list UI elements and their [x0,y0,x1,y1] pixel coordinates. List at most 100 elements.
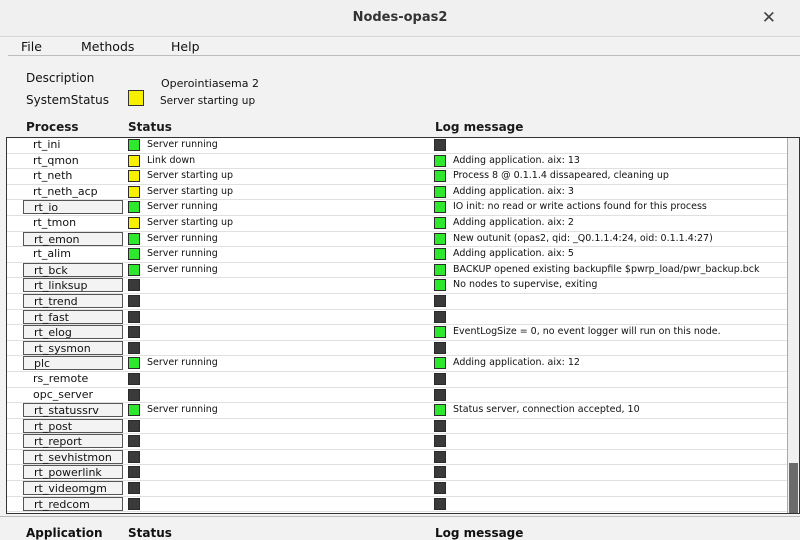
process-name[interactable]: rt_fast [23,309,123,324]
log-message: Status server, connection accepted, 10 [453,404,640,416]
status-text: Server running [147,248,218,260]
status-indicator [128,466,140,479]
status-indicator [128,294,140,307]
process-name: rt_alim [33,247,71,261]
log-indicator [434,372,446,385]
log-message: Adding application. aix: 5 [453,248,574,260]
table-row: rt_sysmon [7,340,788,357]
status-indicator [128,497,140,510]
table-row: rt_statussrv Server running Status server,… [7,403,788,419]
process-name[interactable]: rt_post [23,418,123,433]
process-name[interactable]: rt_redcom [23,496,123,511]
process-name[interactable]: rt_report [23,434,123,449]
system-status-indicator [128,90,144,106]
status-text: Server starting up [147,170,234,182]
log-message: EventLogSize = 0, no event logger will r… [453,326,721,338]
log-message: IO init: no read or write actions found … [453,201,707,213]
status-indicator [128,310,140,323]
status-indicator [128,154,140,167]
menu-file[interactable]: File [21,39,42,54]
status-indicator [128,357,140,370]
vertical-scrollbar[interactable] [787,138,799,513]
log-indicator [434,341,446,354]
log-indicator [434,139,446,151]
status-text: Server running [147,201,218,213]
table-row: rt_trend [7,293,788,310]
log-indicator [434,232,446,245]
process-name[interactable]: rt_io [23,200,123,215]
process-name[interactable]: rt_sevhistmon [23,449,123,464]
status-indicator [128,404,140,417]
log-indicator [434,216,446,229]
table-row: rt_alim Server running Adding application.… [7,247,788,263]
status-text: Server running [147,404,218,416]
table-row: plc Server running Adding application. aix… [7,356,788,372]
table-row: opc_server [7,388,788,404]
log-indicator [434,154,446,167]
process-name: opc_server [33,387,94,401]
status-text: Link down [147,154,196,166]
table-row: rt_report [7,434,788,450]
status-text: Server running [147,263,218,275]
status-indicator [128,482,140,495]
log-message: Adding application. aix: 2 [453,216,574,228]
table-row: rt_post [7,418,788,435]
table-row: rt_bck Server running BACKUP opened existi… [7,262,788,279]
table-row: rt_neth Server starting up Process 8 @ 0.1… [7,169,788,185]
process-name[interactable]: rt_powerlink [23,465,123,480]
table-row: rs_remote [7,372,788,388]
table-row: rt_tmon Server starting up Adding applicat… [7,216,788,232]
process-name[interactable]: plc [23,356,123,371]
scrollbar-thumb[interactable] [789,463,798,513]
status-text: Server running [147,139,218,150]
column-header-application: Application [26,526,103,540]
table-row: rt_neth_acp Server starting up Adding appl… [7,185,788,201]
log-indicator [434,279,446,292]
process-name[interactable]: rt_statussrv [23,403,123,418]
process-name: rt_neth [33,169,73,183]
process-name[interactable]: rt_sysmon [23,340,123,355]
status-indicator [128,248,140,261]
window-title: Nodes-opas2 [352,10,448,25]
table-row: rt_qmon Link down Adding application. aix:… [7,154,788,170]
process-name[interactable]: rt_linksup [23,278,123,293]
column-header-log: Log message [435,120,524,134]
log-message: BACKUP opened existing backupfile $pwrp_… [453,263,760,275]
process-name[interactable]: rt_bck [23,262,123,277]
log-indicator [434,310,446,323]
process-name[interactable]: rt_elog [23,325,123,340]
close-icon[interactable]: ✕ [762,8,776,28]
status-indicator [128,185,140,198]
status-indicator [128,326,140,339]
description-value: Operointiasema 2 [161,77,260,90]
process-name: rt_qmon [33,153,79,167]
log-indicator [434,466,446,479]
log-indicator [434,388,446,401]
log-indicator [434,435,446,448]
log-message: New outunit (opas2, qid: _Q0.1.1.4:24, o… [453,232,713,244]
status-indicator [128,232,140,245]
table-row: rt_powerlink [7,465,788,482]
status-indicator [128,263,140,276]
process-name[interactable]: rt_trend [23,293,123,308]
menu-help[interactable]: Help [171,39,200,54]
process-name: rt_ini [33,138,61,151]
status-indicator [128,419,140,432]
log-message: Process 8 @ 0.1.1.4 dissapeared, cleanin… [453,170,669,182]
process-name[interactable]: rt_videomgm [23,481,123,496]
menu-methods[interactable]: Methods [81,39,134,54]
column-header-status: Status [128,120,172,134]
status-indicator [128,435,140,448]
status-indicator [128,388,140,401]
column-header-process: Process [26,120,79,134]
process-name: rs_remote [33,371,89,385]
status-indicator [128,170,140,183]
table-row: rt_sevhistmon [7,449,788,466]
process-name[interactable]: rt_emon [23,231,123,246]
process-table: rt_ini Server running rt_qmon Link down Addi… [6,137,800,514]
log-indicator [434,326,446,339]
table-row: rt_ini Server running [7,138,788,154]
system-status-value: Server starting up [160,95,256,107]
log-indicator [434,419,446,432]
status-text: Server starting up [147,216,234,228]
